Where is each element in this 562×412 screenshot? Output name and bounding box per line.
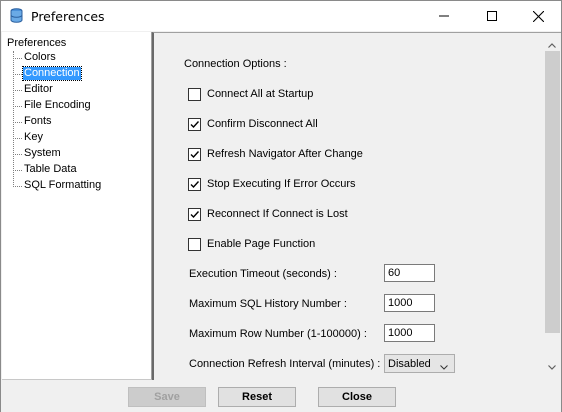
vertical-scrollbar[interactable] (544, 33, 561, 379)
option-label: Confirm Disconnect All (207, 118, 318, 130)
max-row-number-label: Maximum Row Number (1-100000) : (189, 328, 367, 340)
option-label: Stop Executing If Error Occurs (207, 178, 356, 190)
tree-item-label: Table Data (24, 163, 77, 175)
section-title: Connection Options : (184, 58, 287, 70)
minimize-button[interactable] (421, 1, 467, 31)
checkmark-icon (190, 180, 200, 188)
scroll-down-icon[interactable] (548, 361, 556, 373)
tree-item-colors[interactable]: Colors (13, 51, 133, 65)
option-label: Connect All at Startup (207, 88, 314, 100)
tree-item-editor[interactable]: Editor (13, 83, 133, 97)
title-bar[interactable]: Preferences (1, 1, 561, 31)
max-sql-history-input[interactable]: 1000 (384, 294, 435, 312)
close-button[interactable]: Close (318, 387, 396, 407)
checkmark-icon (190, 120, 200, 128)
option-enable-page-function[interactable]: Enable Page Function (188, 236, 315, 252)
tree-item-label: Editor (24, 83, 53, 95)
option-label: Enable Page Function (207, 238, 316, 250)
option-label: Reconnect If Connect is Lost (207, 208, 348, 220)
tree-item-fonts[interactable]: Fonts (13, 115, 133, 129)
tree-item-label: Key (24, 131, 43, 143)
checkbox-checked[interactable] (188, 177, 201, 191)
chevron-down-icon (440, 361, 448, 373)
option-connect-all-at-startup[interactable]: Connect All at Startup (188, 86, 313, 102)
settings-panel-frame: Connection Options : Connect All at Star… (152, 32, 561, 380)
tree-item-file-encoding[interactable]: File Encoding (13, 99, 133, 113)
option-reconnect-if-connect-is-lost[interactable]: Reconnect If Connect is Lost (188, 206, 348, 222)
tree-item-key[interactable]: Key (13, 131, 133, 145)
dialog-button-bar: Save Reset Close (1, 381, 561, 412)
option-label: Refresh Navigator After Change (207, 148, 363, 160)
maximize-button[interactable] (469, 1, 515, 31)
execution-timeout-input[interactable]: 60 (384, 264, 435, 282)
minimize-icon (439, 11, 449, 21)
tree-item-system[interactable]: System (13, 147, 133, 161)
scrollbar-thumb[interactable] (545, 51, 560, 333)
tree-item-connection[interactable]: Connection (13, 66, 133, 81)
refresh-interval-value: Disabled (388, 358, 431, 370)
close-icon (532, 10, 544, 22)
tree-item-label: Colors (24, 51, 56, 63)
save-button[interactable]: Save (128, 387, 206, 407)
database-icon (10, 8, 23, 24)
window-title: Preferences (31, 9, 105, 24)
tree-item-label: System (24, 147, 61, 159)
maximize-icon (487, 11, 497, 21)
refresh-interval-select[interactable]: Disabled (384, 354, 455, 373)
option-confirm-disconnect-all[interactable]: Confirm Disconnect All (188, 116, 318, 132)
tree-item-label: SQL Formatting (24, 179, 102, 191)
connection-settings-panel: Connection Options : Connect All at Star… (154, 33, 544, 379)
option-stop-executing-if-error-occurs[interactable]: Stop Executing If Error Occurs (188, 176, 356, 192)
preferences-tree: Preferences Colors Connection Editor Fil… (2, 32, 152, 380)
tree-item-table-data[interactable]: Table Data (13, 163, 133, 177)
tree-item-label: Connection (22, 66, 82, 81)
checkbox-checked[interactable] (188, 207, 201, 221)
checkmark-icon (190, 210, 200, 218)
tree-item-label: File Encoding (24, 99, 91, 111)
scroll-up-icon[interactable] (548, 39, 556, 51)
refresh-interval-label: Connection Refresh Interval (minutes) : (189, 358, 381, 370)
close-window-button[interactable] (515, 1, 561, 31)
max-sql-history-label: Maximum SQL History Number : (189, 298, 347, 310)
reset-button[interactable]: Reset (218, 387, 296, 407)
tree-item-label: Fonts (24, 115, 52, 127)
preferences-window: Preferences Preferences Colors Connectio… (0, 0, 562, 412)
checkbox-unchecked[interactable] (188, 237, 201, 251)
tree-item-sql-formatting[interactable]: SQL Formatting (13, 179, 133, 193)
execution-timeout-label: Execution Timeout (seconds) : (189, 268, 337, 280)
tree-root-preferences[interactable]: Preferences (7, 37, 66, 49)
checkbox-unchecked[interactable] (188, 87, 201, 101)
max-row-number-input[interactable]: 1000 (384, 324, 435, 342)
option-refresh-navigator-after-change[interactable]: Refresh Navigator After Change (188, 146, 363, 162)
checkbox-checked[interactable] (188, 147, 201, 161)
checkmark-icon (190, 150, 200, 158)
checkbox-checked[interactable] (188, 117, 201, 131)
